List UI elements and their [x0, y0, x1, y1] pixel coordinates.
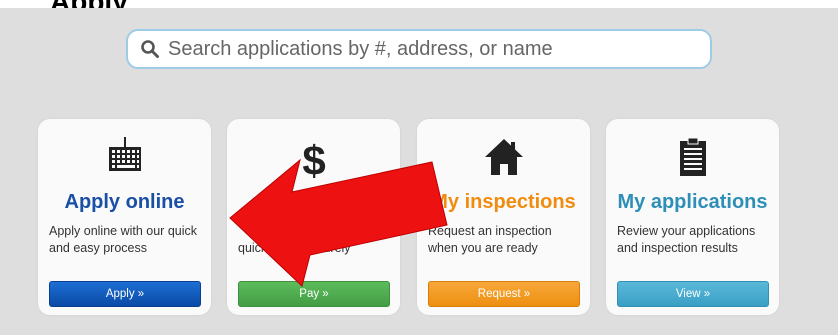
- card-description-line: Review your applications: [617, 224, 756, 238]
- card-description-line: quickly and securely: [238, 241, 351, 255]
- search-icon: [141, 40, 159, 58]
- card-description: Apply online with our quick and easy pro…: [49, 223, 203, 257]
- search-box[interactable]: [126, 29, 712, 69]
- card-description-line: and inspection results: [617, 241, 738, 255]
- card-title: Apply online: [64, 191, 185, 213]
- card-description-line: when you are ready: [428, 241, 538, 255]
- card-description-line: Apply online with our quick: [49, 224, 197, 238]
- card-description-line: [238, 223, 392, 240]
- card-description-line: Request an inspection: [428, 224, 552, 238]
- card-description: Review your applications and inspection …: [617, 223, 771, 257]
- card-description: quickly and securely: [238, 223, 392, 257]
- card-description-line: and easy process: [49, 241, 147, 255]
- svg-text:$: $: [302, 137, 325, 181]
- card-my-applications: My applications Review your applications…: [606, 119, 779, 315]
- card-my-inspections: My inspections Request an inspection whe…: [417, 119, 590, 315]
- view-button[interactable]: View »: [617, 281, 769, 307]
- search-input[interactable]: [166, 36, 690, 62]
- pay-button[interactable]: Pay »: [238, 281, 390, 307]
- card-title: My inspections: [431, 191, 576, 213]
- card-pay: $ quickly and securely Pay »: [227, 119, 400, 315]
- card-title: My applications: [617, 191, 768, 213]
- request-button[interactable]: Request »: [428, 281, 580, 307]
- card-description: Request an inspection when you are ready: [428, 223, 582, 257]
- keyboard-icon: [108, 137, 141, 171]
- card-apply-online: Apply online Apply online with our quick…: [38, 119, 211, 315]
- house-icon: [484, 139, 523, 175]
- clipboard-icon: [679, 137, 706, 176]
- main-panel: Apply online Apply online with our quick…: [0, 8, 838, 335]
- dollar-icon: $: [302, 137, 325, 181]
- apply-button[interactable]: Apply »: [49, 281, 201, 307]
